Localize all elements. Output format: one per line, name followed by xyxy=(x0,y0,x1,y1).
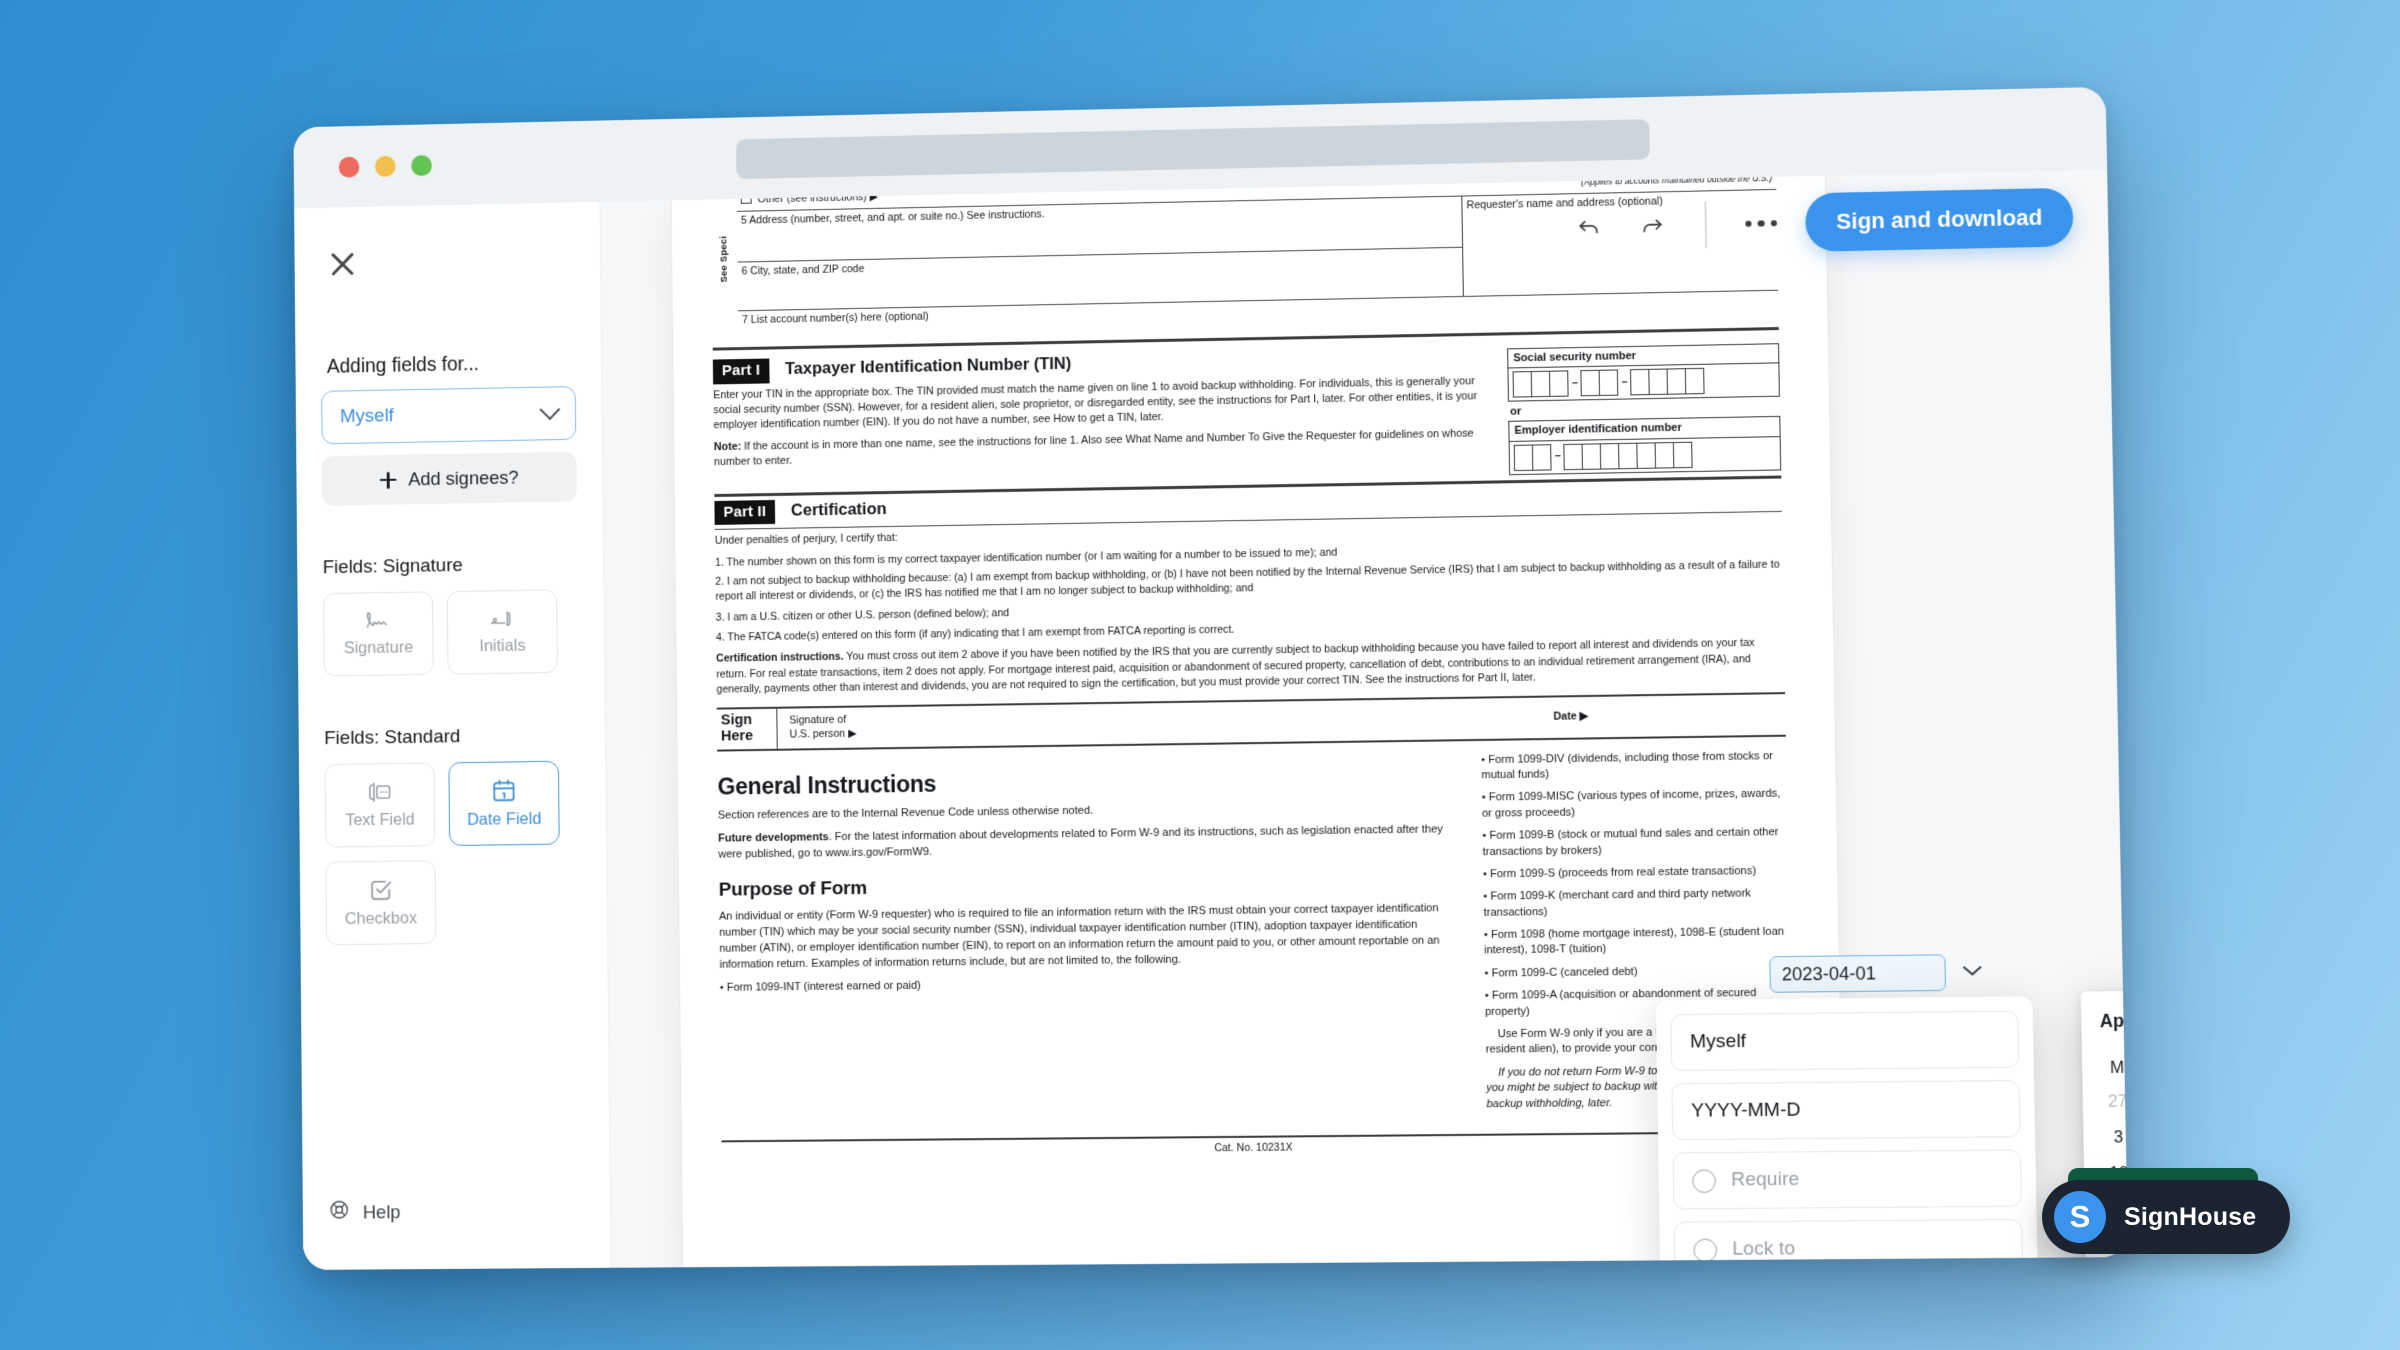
signature-section-title: Fields: Signature xyxy=(322,555,463,579)
field-required-label: Require xyxy=(1730,1168,1800,1191)
signature-of-label: Signature of xyxy=(789,713,847,727)
maximize-window-button[interactable] xyxy=(411,154,432,176)
part1-title: Taxpayer Identification Number (TIN) xyxy=(784,355,1072,379)
undo-icon[interactable] xyxy=(1569,207,1610,248)
purpose-body: An individual or entity (Form W-9 reques… xyxy=(718,902,1440,971)
document-viewer: See Speci Other (see instructions) ▶ (Ap… xyxy=(600,169,2129,1268)
purpose-title: Purpose of Form xyxy=(718,877,868,901)
calendar-header: April 2023 xyxy=(2095,1005,2128,1036)
field-card-label: Date Field xyxy=(466,809,542,829)
bullet-right: • Form 1099-K (merchant card and third p… xyxy=(1483,887,1751,919)
minimize-window-button[interactable] xyxy=(374,155,396,177)
calendar-day-cell[interactable]: 27 xyxy=(2097,1084,2128,1120)
field-card-date-field[interactable]: Date Field xyxy=(448,760,560,847)
help-button[interactable]: Help xyxy=(328,1198,401,1226)
ssn-box: Social security number – – xyxy=(1507,343,1780,403)
field-card-label: Checkbox xyxy=(344,909,418,929)
date-label: Date ▶ xyxy=(1553,709,1589,723)
calendar-icon xyxy=(491,777,517,803)
signhouse-badge[interactable]: S SignHouse xyxy=(2042,1180,2291,1254)
redo-icon[interactable] xyxy=(1632,205,1673,246)
field-card-label: Initials xyxy=(479,636,526,656)
part1-body: Enter your TIN in the appropriate box. T… xyxy=(713,374,1478,432)
add-signees-button[interactable]: Add signees? xyxy=(321,451,577,506)
radio-icon xyxy=(1692,1168,1717,1193)
close-window-button[interactable] xyxy=(338,156,360,178)
field-card-signature[interactable]: Signature xyxy=(322,591,434,677)
app-window: Adding fields for... Myself Add signees?… xyxy=(293,86,2129,1270)
ein-box: Employer identification number – xyxy=(1508,415,1782,475)
ellipsis-icon[interactable] xyxy=(1739,210,1784,238)
field-assignee-select[interactable]: Myself xyxy=(1670,1010,2020,1072)
bullet-right: • Form 1099-S (proceeds from real estate… xyxy=(1482,864,1757,881)
sign-here-label: Sign Here xyxy=(720,711,754,745)
cat-no: Cat. No. 10231X xyxy=(1214,1141,1293,1155)
field-card-checkbox[interactable]: Checkbox xyxy=(325,860,437,946)
calendar-month-label: April 2023 xyxy=(2099,1010,2129,1032)
part1-note-bold: Note: xyxy=(713,440,742,454)
adding-fields-label: Adding fields for... xyxy=(326,353,480,378)
sign-here-row: Sign Here Signature of U.S. person ▶ Dat… xyxy=(716,691,1786,752)
requester-label: Requester's name and address (optional) xyxy=(1466,195,1663,212)
lifebuoy-icon xyxy=(328,1199,350,1226)
initials-icon xyxy=(488,608,516,630)
help-label: Help xyxy=(362,1200,401,1223)
bullet-right: • Form 1099-MISC (various types of incom… xyxy=(1481,787,1781,820)
plus-icon xyxy=(380,471,397,488)
part1-badge: Part I xyxy=(712,358,770,385)
gi-p1: Section references are to the Internal R… xyxy=(717,804,1094,822)
fields-sidebar: Adding fields for... Myself Add signees?… xyxy=(294,201,612,1270)
calendar-day-cell[interactable]: 3 xyxy=(2098,1120,2129,1156)
date-field-input[interactable]: 2023-04-01 xyxy=(1769,954,1946,993)
calendar-day-header: M xyxy=(2109,1058,2125,1077)
address-bar[interactable] xyxy=(736,119,1650,180)
bullet-left: • Form 1099-INT (interest earned or paid… xyxy=(719,979,921,994)
bullet-right: • Form 1099-B (stock or mutual fund sale… xyxy=(1482,826,1779,858)
bullet-right: • Form 1099-DIV (dividends, including th… xyxy=(1481,749,1773,782)
desktop-background: Adding fields for... Myself Add signees?… xyxy=(0,0,2400,1350)
cert-instructions: You must cross out item 2 above if you h… xyxy=(716,637,1755,696)
calendar-day-cell[interactable]: 1 xyxy=(2100,1263,2128,1268)
field-card-label: Signature xyxy=(343,638,414,658)
field-settings-popup: Myself YYYY-MM-D Require Lock to xyxy=(1655,996,2039,1268)
general-instructions-title: General Instructions xyxy=(717,770,937,800)
field-card-text-field[interactable]: Text Field xyxy=(324,762,436,848)
field-required-toggle[interactable]: Require xyxy=(1672,1149,2022,1210)
cert-instructions-bold: Certification instructions. xyxy=(716,651,844,666)
signature-field-grid: Signature Initials xyxy=(322,589,579,677)
us-person-label: U.S. person ▶ xyxy=(789,727,857,741)
signee-select[interactable]: Myself xyxy=(321,386,577,445)
sign-and-download-button[interactable]: Sign and download xyxy=(1805,187,2074,252)
text-field-icon xyxy=(366,780,394,804)
bullet-right: • Form 1098 (home mortgage interest), 10… xyxy=(1483,925,1785,957)
bullet-right: • Form 1099-C (canceled debt) xyxy=(1484,965,1638,980)
close-icon[interactable] xyxy=(326,247,360,281)
signhouse-name: SignHouse xyxy=(2124,1202,2257,1231)
field-card-initials[interactable]: Initials xyxy=(446,589,558,675)
signhouse-logo-icon: S xyxy=(2054,1191,2106,1243)
traffic-lights xyxy=(338,154,432,178)
signee-select-value: Myself xyxy=(339,405,394,428)
add-signees-label: Add signees? xyxy=(408,466,519,490)
part2-badge: Part II xyxy=(714,499,776,526)
signature-icon xyxy=(363,610,393,632)
standard-field-grid: Text Field Date Field Checkbox xyxy=(324,760,581,946)
date-field-chevron-icon[interactable] xyxy=(1960,962,1985,984)
calendar-month-selector[interactable]: April 2023 xyxy=(2100,1010,2128,1033)
gi-future-bold: Future developments xyxy=(718,831,829,845)
window-body: Adding fields for... Myself Add signees?… xyxy=(294,169,2129,1270)
radio-icon xyxy=(1693,1238,1718,1262)
standard-section-title: Fields: Standard xyxy=(324,726,461,750)
field-card-label: Text Field xyxy=(345,810,415,830)
field-format-select[interactable]: YYYY-MM-D xyxy=(1671,1080,2021,1141)
field-lock-label: Lock to xyxy=(1732,1238,1796,1260)
see-specific-label: See Speci xyxy=(718,235,730,283)
field-lock-toggle[interactable]: Lock to xyxy=(1673,1218,2024,1268)
part2-title: Certification xyxy=(790,500,887,520)
checkbox-icon xyxy=(368,877,394,903)
part1-note: If the account is in more than one name,… xyxy=(713,427,1474,469)
